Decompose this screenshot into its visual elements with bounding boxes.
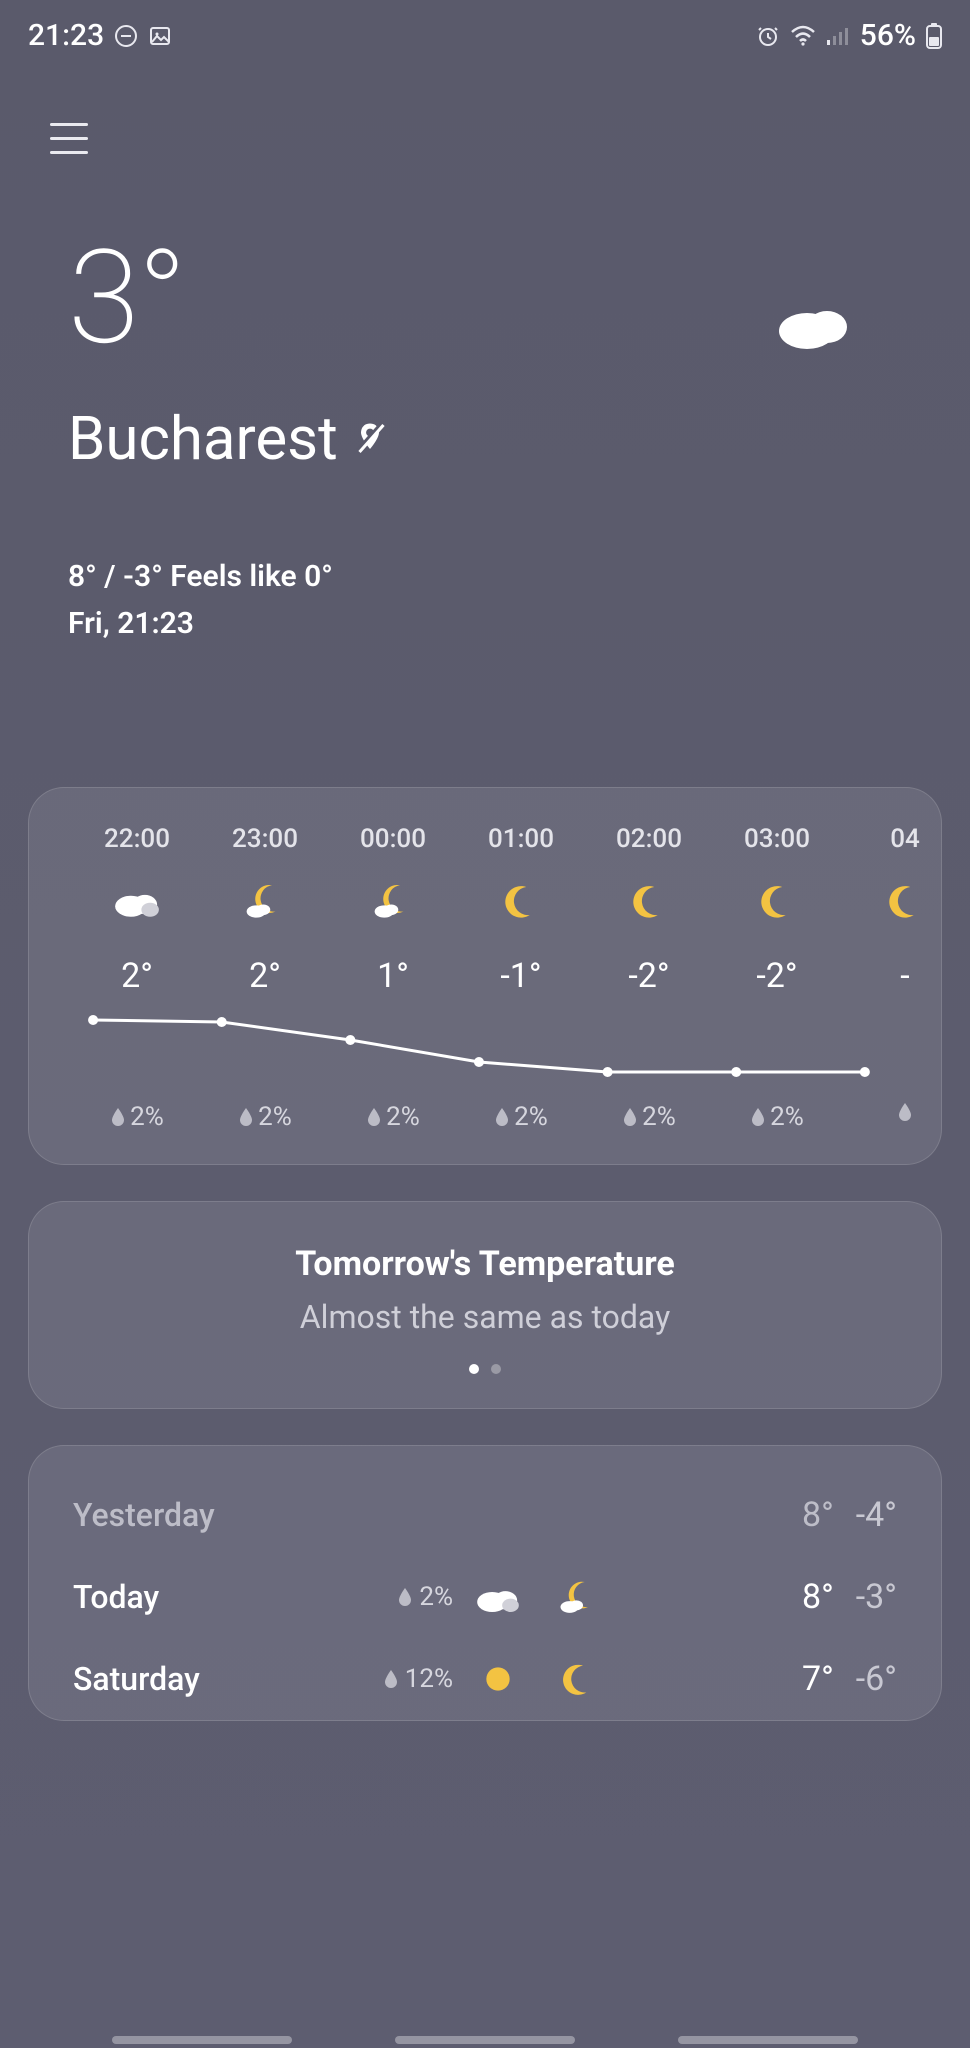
dot-1: [469, 1364, 479, 1374]
wifi-icon: [790, 25, 816, 47]
hour-time: 02:00: [616, 824, 682, 854]
day-temps: 8° -4°: [623, 1495, 897, 1535]
day-row[interactable]: Today 2% 8° -3°: [73, 1556, 897, 1638]
hour-precip-col: 2%: [201, 1090, 329, 1132]
day-icon-1: [463, 1577, 533, 1617]
date-time: Fri, 21:23: [68, 601, 902, 648]
hour-precip-col: 2%: [585, 1090, 713, 1132]
hour-precip: 2%: [238, 1102, 292, 1132]
page-dots: [29, 1364, 941, 1374]
hero-section: 3° Bucharest 8° / -3° Feels like 0° Fri,…: [28, 233, 942, 647]
day-temps: 7° -6°: [623, 1659, 897, 1699]
dnd-icon: [114, 24, 138, 48]
hour-precip-col: 2%: [457, 1090, 585, 1132]
hour-col[interactable]: 04 -: [841, 824, 941, 1006]
hour-temp: -: [900, 956, 909, 996]
hour-col[interactable]: 01:00 -1°: [457, 824, 585, 1006]
hourly-card[interactable]: 22:00 2° 23:00 2° 00:00 1° 01:00 -1° 02:…: [28, 787, 942, 1165]
nav-recent[interactable]: [112, 2036, 292, 2044]
hour-col[interactable]: 02:00 -2°: [585, 824, 713, 1006]
status-right: 56%: [756, 18, 942, 53]
hour-time: 03:00: [744, 824, 810, 854]
hourly-sparkline: [73, 1006, 897, 1090]
day-low: -3°: [856, 1577, 897, 1617]
hour-time: 01:00: [488, 824, 554, 854]
hour-precip-col: 2%: [713, 1090, 841, 1132]
signal-icon: [826, 26, 850, 46]
hour-weather-icon: [756, 876, 798, 926]
day-high: 8°: [802, 1577, 834, 1617]
hour-precip: 2%: [110, 1102, 164, 1132]
hour-col[interactable]: 22:00 2°: [73, 824, 201, 1006]
day-row[interactable]: Saturday 12% 7° -6°: [73, 1638, 897, 1720]
hourly-scroll[interactable]: 22:00 2° 23:00 2° 00:00 1° 01:00 -1° 02:…: [29, 824, 941, 1006]
day-low: -4°: [856, 1495, 897, 1535]
day-temps: 8° -3°: [623, 1577, 897, 1617]
picture-icon: [148, 24, 172, 48]
day-icon-2: [543, 1577, 613, 1617]
day-row[interactable]: Yesterday 8° -4°: [73, 1474, 897, 1556]
nav-home[interactable]: [395, 2036, 575, 2044]
tomorrow-subtitle: Almost the same as today: [29, 1298, 941, 1336]
city-name: Bucharest: [68, 403, 338, 474]
menu-button[interactable]: [50, 113, 100, 163]
daily-card[interactable]: Yesterday 8° -4° Today 2% 8° -3° Saturday …: [28, 1445, 942, 1721]
day-name: Yesterday: [73, 1496, 293, 1534]
hour-temp: -2°: [756, 956, 797, 996]
day-icon-2: [543, 1659, 613, 1699]
day-low: -6°: [856, 1659, 897, 1699]
alarm-icon: [756, 24, 780, 48]
hour-weather-icon: [884, 876, 926, 926]
hour-temp: -1°: [500, 956, 541, 996]
hour-weather-icon: [372, 876, 414, 926]
hour-col[interactable]: 00:00 1°: [329, 824, 457, 1006]
status-bar: 21:23 56%: [0, 0, 970, 63]
hour-temp: 2°: [249, 956, 281, 996]
dot-2: [491, 1364, 501, 1374]
tomorrow-title: Tomorrow's Temperature: [29, 1244, 941, 1284]
day-precip: 12%: [303, 1664, 453, 1694]
day-name: Today: [73, 1578, 293, 1616]
hour-col[interactable]: 03:00 -2°: [713, 824, 841, 1006]
hour-precip-col: 2%: [329, 1090, 457, 1132]
location-off-icon: [352, 419, 388, 459]
hour-precip: 2%: [622, 1102, 676, 1132]
tomorrow-card[interactable]: Tomorrow's Temperature Almost the same a…: [28, 1201, 942, 1409]
hour-time: 22:00: [104, 824, 170, 854]
android-navbar[interactable]: [0, 2036, 970, 2044]
hour-weather-icon: [244, 876, 286, 926]
day-icon-1: [463, 1659, 533, 1699]
hour-precip: 2%: [750, 1102, 804, 1132]
nav-back[interactable]: [678, 2036, 858, 2044]
day-high: 7°: [802, 1659, 834, 1699]
status-left: 21:23: [28, 18, 172, 53]
hour-weather-icon: [628, 876, 670, 926]
hour-time: 00:00: [360, 824, 426, 854]
hour-precip-col: [841, 1090, 941, 1132]
hour-time: 23:00: [232, 824, 298, 854]
hour-precip-col: 2%: [73, 1090, 201, 1132]
hourly-precip-row: 2% 2% 2% 2% 2% 2%: [29, 1090, 941, 1132]
temp-range: 8° / -3° Feels like 0°: [68, 554, 902, 601]
hour-temp: 1°: [377, 956, 409, 996]
hour-col[interactable]: 23:00 2°: [201, 824, 329, 1006]
hour-precip: [897, 1102, 913, 1122]
day-high: 8°: [802, 1495, 834, 1535]
hour-temp: -2°: [628, 956, 669, 996]
hour-precip: 2%: [366, 1102, 420, 1132]
day-precip: 2%: [303, 1582, 453, 1612]
hour-weather-icon: [111, 876, 163, 926]
hour-time: 04: [890, 824, 920, 854]
battery-icon: [926, 23, 942, 49]
hour-precip: 2%: [494, 1102, 548, 1132]
status-time: 21:23: [28, 18, 104, 53]
hour-weather-icon: [500, 876, 542, 926]
hour-temp: 2°: [121, 956, 153, 996]
battery-percent: 56%: [860, 18, 916, 53]
current-weather-icon: [752, 223, 912, 367]
day-name: Saturday: [73, 1660, 293, 1698]
summary-block: 8° / -3° Feels like 0° Fri, 21:23: [68, 554, 902, 647]
